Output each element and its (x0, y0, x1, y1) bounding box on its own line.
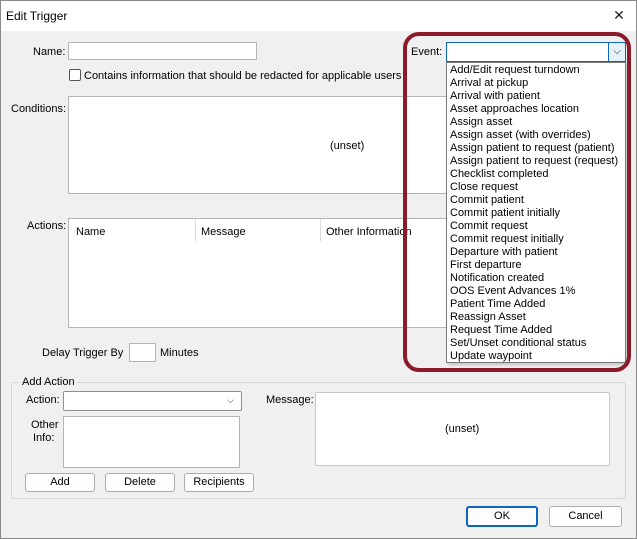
event-option[interactable]: Assign patient to request (patient) (449, 142, 625, 155)
delay-input[interactable] (129, 343, 156, 362)
event-select[interactable]: ⌵ (446, 42, 626, 62)
event-option[interactable]: Asset approaches location (449, 103, 625, 116)
name-input[interactable] (68, 42, 257, 60)
event-option[interactable]: OOS Event Advances 1% (449, 285, 625, 298)
event-dropdown-list[interactable]: Add/Edit request turndown Arrival at pick… (446, 62, 626, 363)
other-info-textarea[interactable] (63, 416, 240, 468)
actions-list[interactable]: Name Message Other Information (68, 218, 448, 328)
other-info-label-1: Other (31, 419, 59, 431)
redact-label: Contains information that should be reda… (84, 70, 402, 82)
chevron-down-icon[interactable]: ⌵ (227, 395, 234, 406)
recipients-button[interactable]: Recipients (184, 473, 254, 492)
message-value: (unset) (445, 423, 480, 435)
delay-label: Delay Trigger By (42, 347, 124, 359)
action-select[interactable]: ⌵ (63, 391, 242, 411)
other-info-label-2: Info: (33, 432, 55, 444)
conditions-label: Conditions: (11, 103, 67, 115)
event-label: Event: (411, 46, 443, 58)
cancel-button[interactable]: Cancel (549, 506, 622, 527)
actions-label: Actions: (27, 220, 67, 232)
window-title: Edit Trigger (6, 9, 68, 23)
message-panel[interactable]: (unset) (315, 392, 610, 466)
event-option[interactable]: Reassign Asset (449, 311, 625, 324)
chevron-down-icon[interactable]: ⌵ (608, 43, 625, 61)
event-option[interactable]: Request Time Added (449, 324, 625, 337)
event-option[interactable]: Commit patient (449, 194, 625, 207)
event-option[interactable]: Commit patient initially (449, 207, 625, 220)
name-label: Name: (33, 46, 66, 58)
column-divider[interactable] (320, 219, 321, 241)
event-option[interactable]: Update waypoint (449, 350, 625, 363)
event-option[interactable]: Close request (449, 181, 625, 194)
delay-unit-label: Minutes (160, 347, 199, 359)
column-header-other-information[interactable]: Other Information (326, 226, 412, 238)
event-option[interactable]: Arrival with patient (449, 90, 625, 103)
action-label: Action: (26, 394, 60, 406)
close-icon[interactable]: ✕ (606, 3, 632, 27)
delete-button[interactable]: Delete (105, 473, 175, 492)
event-option[interactable]: First departure (449, 259, 625, 272)
redact-checkbox[interactable] (69, 69, 81, 81)
event-option[interactable]: Assign patient to request (request) (449, 155, 625, 168)
add-action-title: Add Action (20, 376, 77, 388)
event-option[interactable]: Patient Time Added (449, 298, 625, 311)
event-option[interactable]: Checklist completed (449, 168, 625, 181)
conditions-value: (unset) (330, 140, 365, 152)
column-header-name[interactable]: Name (76, 226, 105, 238)
conditions-panel[interactable]: (unset) (68, 96, 448, 194)
message-label: Message: (266, 394, 314, 406)
event-option[interactable]: Notification created (449, 272, 625, 285)
event-option[interactable]: Assign asset (449, 116, 625, 129)
event-option[interactable]: Departure with patient (449, 246, 625, 259)
column-header-message[interactable]: Message (201, 226, 246, 238)
ok-button[interactable]: OK (466, 506, 538, 527)
add-button[interactable]: Add (25, 473, 95, 492)
event-option[interactable]: Arrival at pickup (449, 77, 625, 90)
event-option[interactable]: Assign asset (with overrides) (449, 129, 625, 142)
event-option[interactable]: Add/Edit request turndown (449, 64, 625, 77)
event-option[interactable]: Commit request initially (449, 233, 625, 246)
column-divider[interactable] (195, 219, 196, 241)
event-option[interactable]: Set/Unset conditional status (449, 337, 625, 350)
event-option[interactable]: Commit request (449, 220, 625, 233)
title-bar (1, 1, 636, 31)
